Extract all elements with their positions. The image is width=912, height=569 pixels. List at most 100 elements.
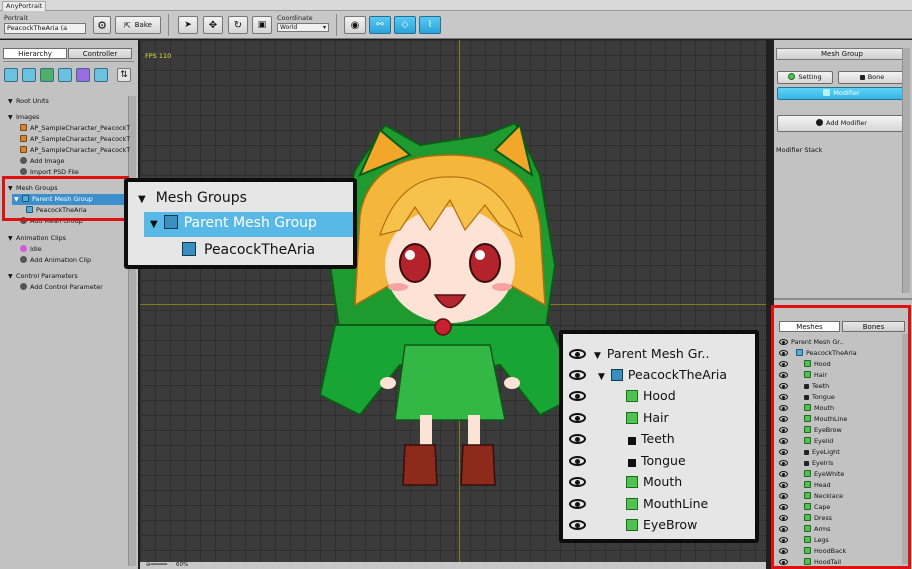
rotate-tool-button[interactable]: ↻ (228, 16, 248, 34)
tab-controller[interactable]: Controller (68, 48, 132, 59)
callout-mesh-item: Teeth (569, 431, 675, 446)
tree-animation-header[interactable]: ▼ Animation Clips (8, 233, 66, 244)
onion-button[interactable]: ◉ (344, 16, 366, 34)
add-icon (816, 119, 824, 126)
bone-button[interactable]: Bone (838, 71, 906, 84)
scale-tool-button[interactable]: ▣ (252, 16, 272, 34)
chevron-down-icon: ▾ (322, 24, 326, 31)
filter-all-button[interactable] (94, 68, 108, 82)
tree-image-item[interactable]: AP_SampleCharacter_PeacockT (20, 134, 130, 145)
chevron-down-icon: ▼ (598, 372, 605, 382)
filter-anim-button[interactable] (58, 68, 72, 82)
callout-mesh-item: Hair (569, 410, 669, 425)
mesh-group-icon (610, 369, 623, 381)
mesh-icon (626, 497, 638, 510)
image-icon (20, 135, 27, 142)
eye-icon (569, 455, 586, 466)
add-icon (20, 283, 27, 290)
coordinate-label: Coordinate (277, 14, 313, 22)
mesh-icon (626, 476, 638, 488)
chevron-down-icon: ▼ (150, 219, 158, 230)
zoom-slider[interactable]: ⊖━━━━━ (146, 562, 167, 569)
tree-images-header[interactable]: ▼ Images (8, 112, 39, 123)
tree-image-item[interactable]: AP_SampleCharacter_PeacockT (20, 123, 130, 134)
select-tool-button[interactable]: ➤ (178, 16, 198, 34)
highlight-box (771, 305, 911, 569)
callout-mesh-groups-header: ▼ Mesh Groups (138, 190, 247, 206)
bake-button[interactable]: ⇱ Bake (115, 16, 161, 34)
callout-mesh-item: EyeBrow (569, 517, 697, 532)
bones-visibility-button[interactable]: ⚯ (369, 16, 391, 34)
mesh-icon (626, 390, 638, 402)
callout-mesh-item: Tongue (569, 453, 686, 468)
tree-idle[interactable]: Idle (20, 244, 42, 255)
settings-button[interactable]: ⚙ (93, 16, 111, 34)
image-icon (20, 124, 27, 131)
cursor-icon: ➤ (184, 20, 192, 30)
chevron-down-icon: ▼ (594, 351, 601, 361)
viewport-bottom-bar: ⊖━━━━━ 60% (140, 562, 766, 569)
mesh-icon (626, 519, 638, 531)
image-icon (20, 146, 27, 153)
add-modifier-button[interactable]: Add Modifier (777, 115, 906, 132)
filter-image-button[interactable] (4, 68, 18, 82)
hierarchy-scrollbar[interactable] (128, 96, 136, 566)
filter-mesh-button[interactable] (22, 68, 36, 82)
add-image-button[interactable]: Add Image (20, 156, 64, 167)
fps-counter: FPS 110 (145, 52, 172, 60)
add-animation-clip-button[interactable]: Add Animation Clip (20, 255, 91, 266)
setting-icon (788, 73, 796, 80)
callout-mesh-item: Mouth (569, 474, 682, 489)
tree-control-params-header[interactable]: ▼ Control Parameters (8, 271, 78, 282)
divider (336, 14, 337, 36)
move-tool-button[interactable]: ✥ (203, 16, 223, 34)
divider (3, 61, 134, 62)
mesh-icon: ◇ (401, 20, 409, 30)
modifier-button[interactable]: Modifier (777, 87, 906, 100)
add-control-parameter-button[interactable]: Add Control Parameter (20, 282, 103, 293)
sort-icon: ⇅ (120, 70, 128, 80)
tree-image-item[interactable]: AP_SampleCharacter_PeacockT (20, 145, 130, 156)
tab-hierarchy[interactable]: Hierarchy (3, 48, 67, 59)
eye-icon (569, 412, 586, 423)
filter-meshgroup-button[interactable] (40, 68, 54, 82)
scale-icon: ▣ (257, 20, 267, 30)
inspector-scrollbar[interactable] (902, 48, 910, 293)
onion-icon: ◉ (350, 19, 360, 31)
eye-icon (569, 498, 586, 509)
eye-icon (569, 370, 586, 380)
bone-icon (859, 75, 865, 80)
mesh-group-icon (182, 242, 196, 256)
mesh-visibility-button[interactable]: ◇ (394, 16, 416, 34)
callout-mesh-item: MouthLine (569, 496, 708, 511)
clipping-icon (628, 437, 636, 445)
sort-button[interactable]: ⇅ (117, 68, 131, 82)
physics-button[interactable]: ⌇ (419, 16, 441, 34)
callout-mesh-item: Hood (569, 388, 676, 403)
divider (774, 298, 912, 300)
add-icon (20, 157, 27, 164)
app-title: AnyPortrait (2, 1, 47, 11)
setting-button[interactable]: Setting (777, 71, 833, 84)
callout-parent-mesh-group: ▼ Parent Mesh Group (150, 215, 317, 231)
filter-param-button[interactable] (76, 68, 90, 82)
bake-icon: ⇱ (124, 20, 131, 30)
add-icon (20, 168, 27, 175)
gear-icon: ⚙ (97, 18, 107, 32)
rotate-icon: ↻ (233, 19, 243, 31)
chevron-down-icon: ▼ (8, 273, 13, 280)
divider (168, 14, 169, 36)
move-icon: ✥ (208, 19, 218, 31)
chevron-down-icon: ▼ (138, 194, 146, 205)
eye-icon (569, 349, 586, 359)
physics-icon: ⌇ (427, 20, 433, 30)
mesh-groups-callout: ▼ Mesh Groups ▼ Parent Mesh Group PeacockT… (124, 178, 357, 269)
eye-icon (569, 391, 586, 401)
portrait-select[interactable]: PeacockTheAria (a (4, 23, 86, 34)
character-illustration (318, 121, 582, 486)
highlight-box (2, 176, 129, 221)
modifier-stack-label: Modifier Stack (776, 146, 823, 154)
callout-root: ▼ Parent Mesh Gr.. (569, 346, 709, 361)
coordinate-select[interactable]: World ▾ (277, 23, 329, 32)
tree-root-units[interactable]: ▼ Root Units (8, 96, 49, 107)
